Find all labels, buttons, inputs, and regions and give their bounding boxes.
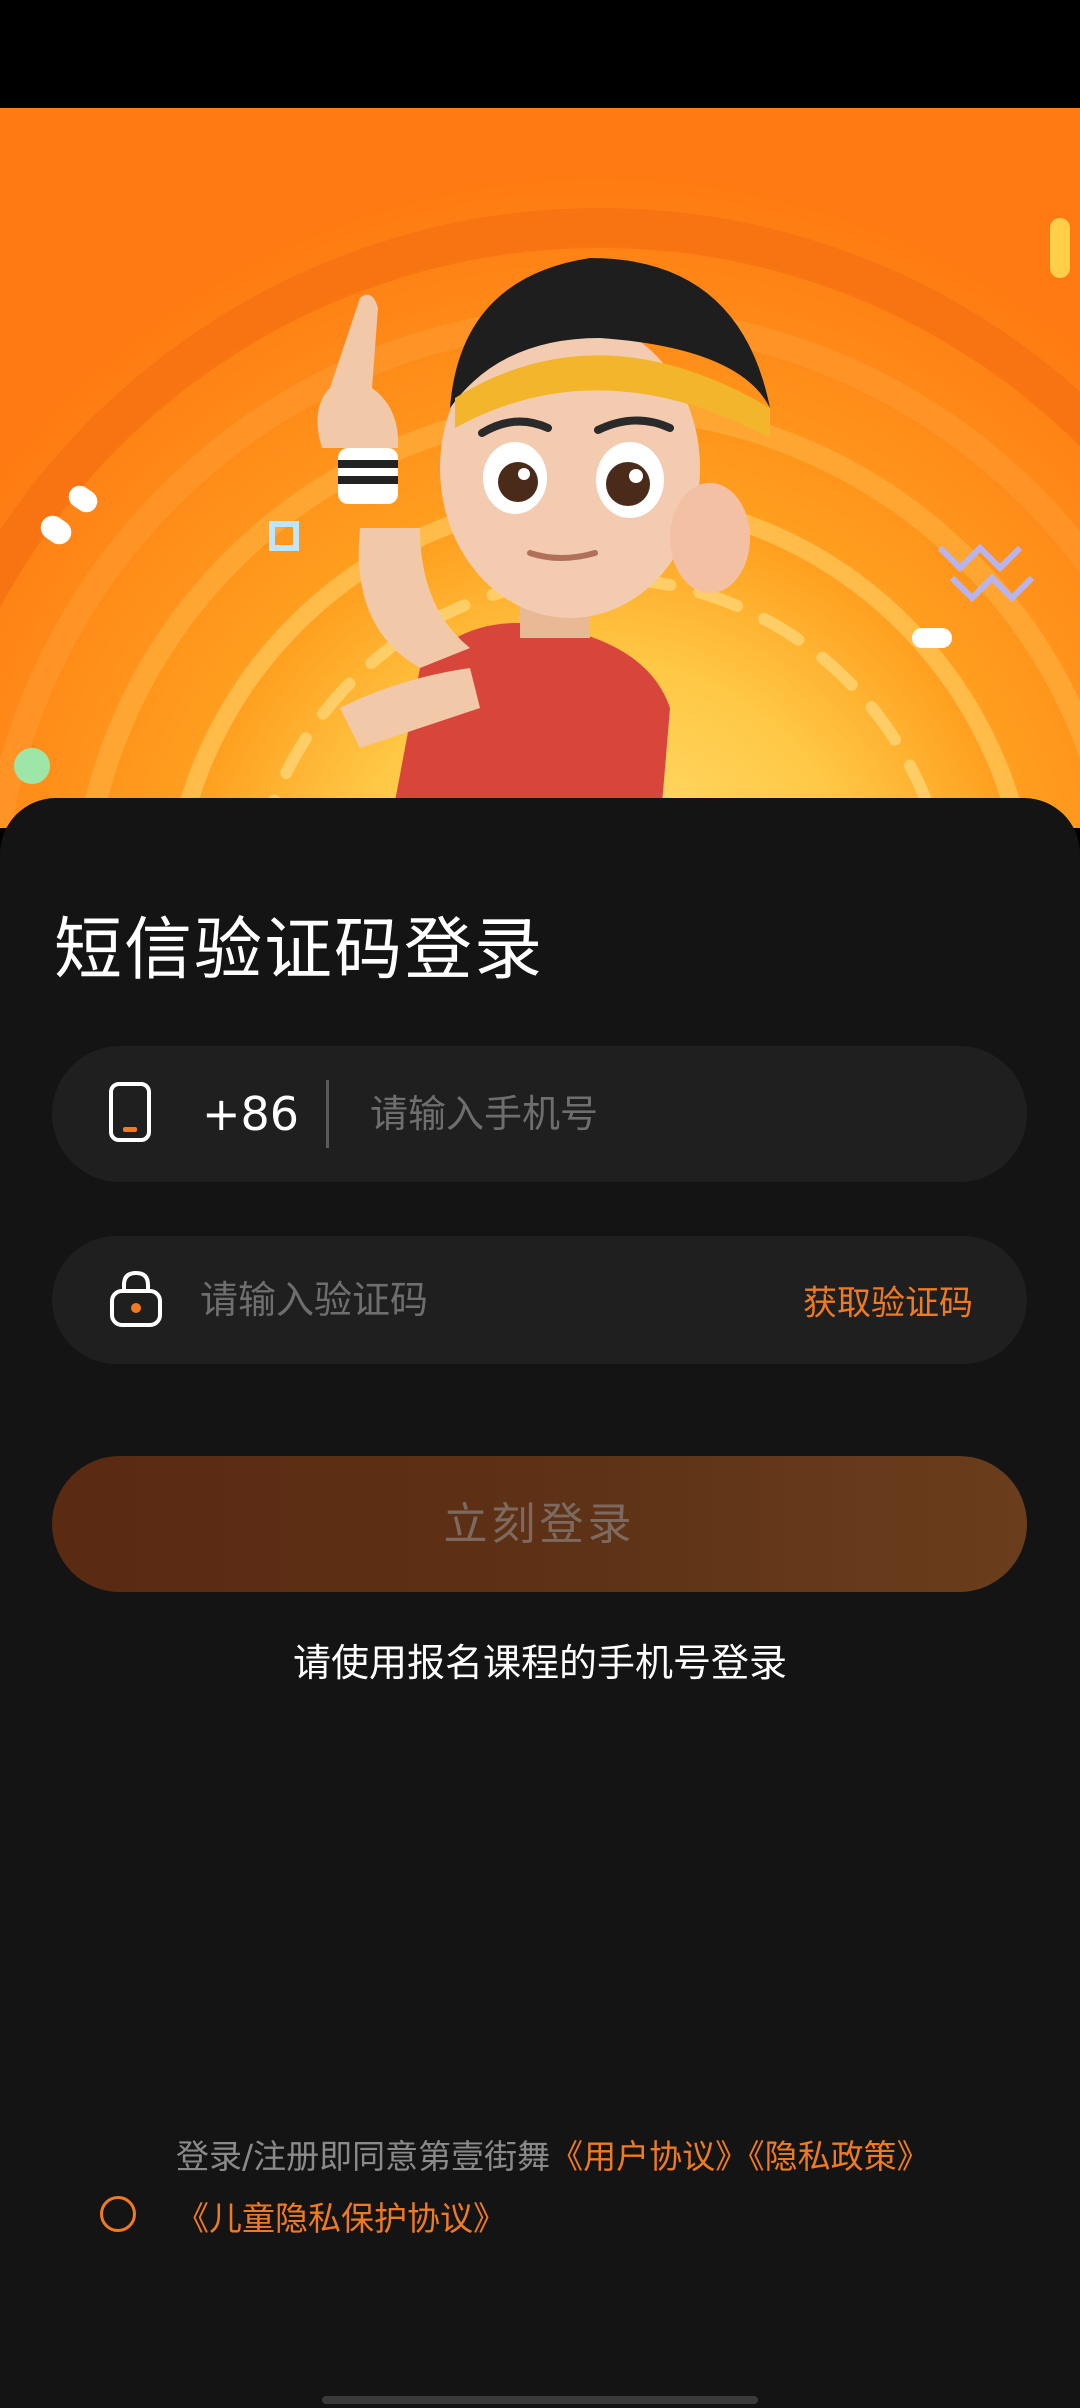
- agreement-prefix: 登录/注册即同意第壹街舞: [176, 2137, 551, 2176]
- login-button[interactable]: 立刻登录: [52, 1456, 1027, 1592]
- login-hint: 请使用报名课程的手机号登录: [292, 1641, 787, 1685]
- phone-field[interactable]: +86: [52, 1046, 1027, 1182]
- home-indicator[interactable]: [322, 2396, 758, 2404]
- country-code[interactable]: +86: [202, 1087, 299, 1141]
- phone-input[interactable]: [370, 1046, 970, 1182]
- code-field[interactable]: 获取验证码: [52, 1236, 1027, 1364]
- agreement-checkbox[interactable]: [100, 2196, 136, 2232]
- status-bar: [0, 0, 1080, 108]
- user-agreement-link[interactable]: 《用户协议》: [550, 2137, 748, 2176]
- hero-banner: [0, 108, 1080, 828]
- phone-icon: [108, 1081, 152, 1147]
- hero-illustration: [0, 108, 1080, 828]
- child-privacy-link[interactable]: 《儿童隐私保护协议》: [176, 2199, 506, 2238]
- lock-icon: [108, 1269, 164, 1331]
- code-input[interactable]: [200, 1236, 760, 1364]
- page-title: 短信验证码登录: [54, 911, 545, 990]
- privacy-policy-link[interactable]: 《隐私政策》: [748, 2137, 930, 2176]
- login-sheet: 短信验证码登录 +86 获取验证码 立刻登录 请使用报名课程的手机号登录 登录/…: [0, 798, 1080, 2408]
- get-code-button[interactable]: 获取验证码: [803, 1276, 973, 1325]
- agreement-text: 登录/注册即同意第壹街舞《用户协议》《隐私政策》《儿童隐私保护协议》: [176, 2126, 1076, 2250]
- divider: [326, 1080, 329, 1148]
